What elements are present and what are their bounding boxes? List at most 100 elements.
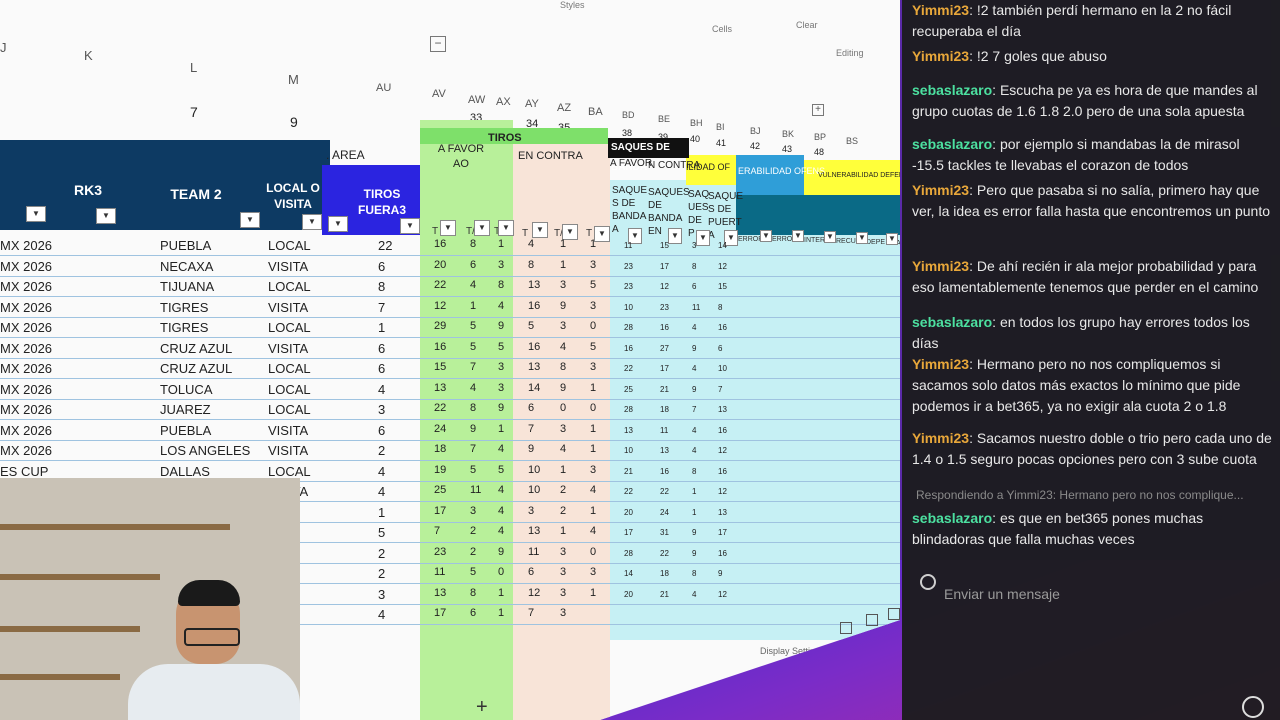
table-cell-g[interactable]: 10 [624,446,633,455]
table-cell-j[interactable]: 6 [718,344,722,353]
ribbon-clear-button[interactable]: Clear [796,20,818,30]
table-cell-h[interactable]: 17 [660,364,669,373]
table-cell-a[interactable]: 13 [434,382,446,394]
table-cell-e[interactable]: 1 [560,464,566,476]
table-cell-d[interactable]: 3 [528,505,534,517]
table-cell-h[interactable]: 18 [660,405,669,414]
table-cell-g[interactable]: 14 [624,569,633,578]
table-cell-g[interactable]: 28 [624,323,633,332]
table-cell-g[interactable]: 22 [624,487,633,496]
table-cell-d[interactable]: 5 [528,320,534,332]
table-cell-team[interactable]: TOLUCA [160,382,213,397]
table-cell-c[interactable]: 5 [498,341,504,353]
col-letter[interactable]: J [0,40,7,55]
col-letter[interactable]: L [190,60,197,75]
col-letter[interactable]: AZ [557,102,571,114]
table-cell-e[interactable]: 2 [560,484,566,496]
table-row[interactable]: MX 2026 JUAREZ LOCAL 3 22 8 9 6 0 0 28 18 7 13 [0,400,727,420]
table-cell-i[interactable]: 4 [692,590,696,599]
table-cell-team[interactable]: PUEBLA [160,423,211,438]
chat-username[interactable]: Yimmi23 [912,2,969,18]
table-cell-g[interactable]: 23 [624,282,633,291]
table-cell-f[interactable]: 0 [590,546,596,558]
table-cell-j[interactable]: 9 [718,569,722,578]
table-cell-j[interactable]: 12 [718,487,727,496]
col-letter[interactable]: BH [690,118,703,128]
table-cell-f[interactable]: 5 [590,279,596,291]
table-cell-j[interactable]: 16 [718,426,727,435]
table-cell-tf[interactable]: 3 [378,587,385,602]
table-cell-d[interactable]: 12 [528,587,540,599]
table-cell-tf[interactable]: 4 [378,484,385,499]
table-cell-team[interactable]: DALLAS [160,464,210,479]
table-cell-j[interactable]: 10 [718,364,727,373]
table-cell-tf[interactable]: 2 [378,546,385,561]
table-cell-b[interactable]: 4 [470,382,476,394]
table-cell-j[interactable]: 13 [718,508,727,517]
col-letter[interactable]: AY [525,98,539,110]
table-cell-g[interactable]: 13 [624,426,633,435]
table-cell-a[interactable]: 19 [434,464,446,476]
table-cell-a[interactable]: 15 [434,361,446,373]
table-cell-d[interactable]: 10 [528,464,540,476]
filter-dropdown[interactable]: ▼ [792,230,804,242]
table-cell-e[interactable]: 3 [560,423,566,435]
table-cell-tf[interactable]: 1 [378,505,385,520]
table-cell-d[interactable]: 16 [528,300,540,312]
table-cell-a[interactable]: 16 [434,341,446,353]
col-letter[interactable]: BP [814,132,826,142]
table-cell-team[interactable]: LOS ANGELES [160,443,250,458]
chat-username[interactable]: Yimmi23 [912,430,969,446]
table-cell-h[interactable]: 18 [660,569,669,578]
table-cell-comp[interactable]: ES CUP [0,464,48,479]
table-row[interactable]: MX 2026 TIJUANA LOCAL 8 22 4 8 13 3 5 23 12 6 15 [0,277,727,297]
table-cell-tf[interactable]: 4 [378,464,385,479]
filter-dropdown[interactable]: ▼ [760,230,772,242]
table-cell-a[interactable]: 17 [434,607,446,619]
table-cell-i[interactable]: 8 [692,569,696,578]
table-cell-h[interactable]: 22 [660,549,669,558]
cell-number[interactable]: 48 [814,147,824,157]
table-cell-a[interactable]: 16 [434,238,446,250]
table-cell-a[interactable]: 11 [434,566,445,578]
table-cell-d[interactable]: 11 [528,546,539,558]
col-letter[interactable]: BE [658,114,670,124]
table-cell-d[interactable]: 9 [528,443,534,455]
table-cell-c[interactable]: 4 [498,484,504,496]
normal-view-icon[interactable] [840,622,852,634]
table-cell-team[interactable]: TIJUANA [160,279,214,294]
table-cell-h[interactable]: 15 [660,241,669,250]
table-cell-tf[interactable]: 3 [378,402,385,417]
table-cell-f[interactable]: 3 [590,566,596,578]
chat-message[interactable]: sebaslazaro: en todos los grupo hay erro… [912,312,1272,354]
table-cell-team[interactable]: NECAXA [160,259,213,274]
col-letter[interactable]: AX [496,96,511,108]
table-cell-c[interactable]: 4 [498,443,504,455]
table-cell-a[interactable]: 17 [434,505,446,517]
table-cell-b[interactable]: 5 [470,320,476,332]
table-cell-e[interactable]: 3 [560,546,566,558]
table-cell-c[interactable]: 1 [498,423,504,435]
table-cell-b[interactable]: 8 [470,238,476,250]
table-cell-e[interactable]: 1 [560,259,566,271]
table-cell-a[interactable]: 25 [434,484,446,496]
table-cell-e[interactable]: 1 [560,238,566,250]
table-cell-d[interactable]: 6 [528,402,534,414]
table-cell-d[interactable]: 8 [528,259,534,271]
table-cell-i[interactable]: 3 [692,241,696,250]
table-cell-tf[interactable]: 5 [378,525,385,540]
table-cell-c[interactable]: 3 [498,361,504,373]
col-letter[interactable]: BI [716,122,725,132]
col-letter[interactable]: BK [782,129,794,139]
table-cell-e[interactable]: 9 [560,300,566,312]
table-cell-h[interactable]: 23 [660,303,669,312]
table-cell-lv[interactable]: LOCAL [268,382,311,397]
table-cell-f[interactable]: 4 [590,484,596,496]
table-cell-j[interactable]: 12 [718,262,727,271]
table-cell-tf[interactable]: 6 [378,423,385,438]
table-cell-h[interactable]: 11 [660,426,668,435]
table-cell-team[interactable]: TIGRES [160,320,208,335]
table-cell-a[interactable]: 22 [434,279,446,291]
table-cell-tf[interactable]: 6 [378,259,385,274]
display-settings-button[interactable]: Display Settings [760,646,825,656]
